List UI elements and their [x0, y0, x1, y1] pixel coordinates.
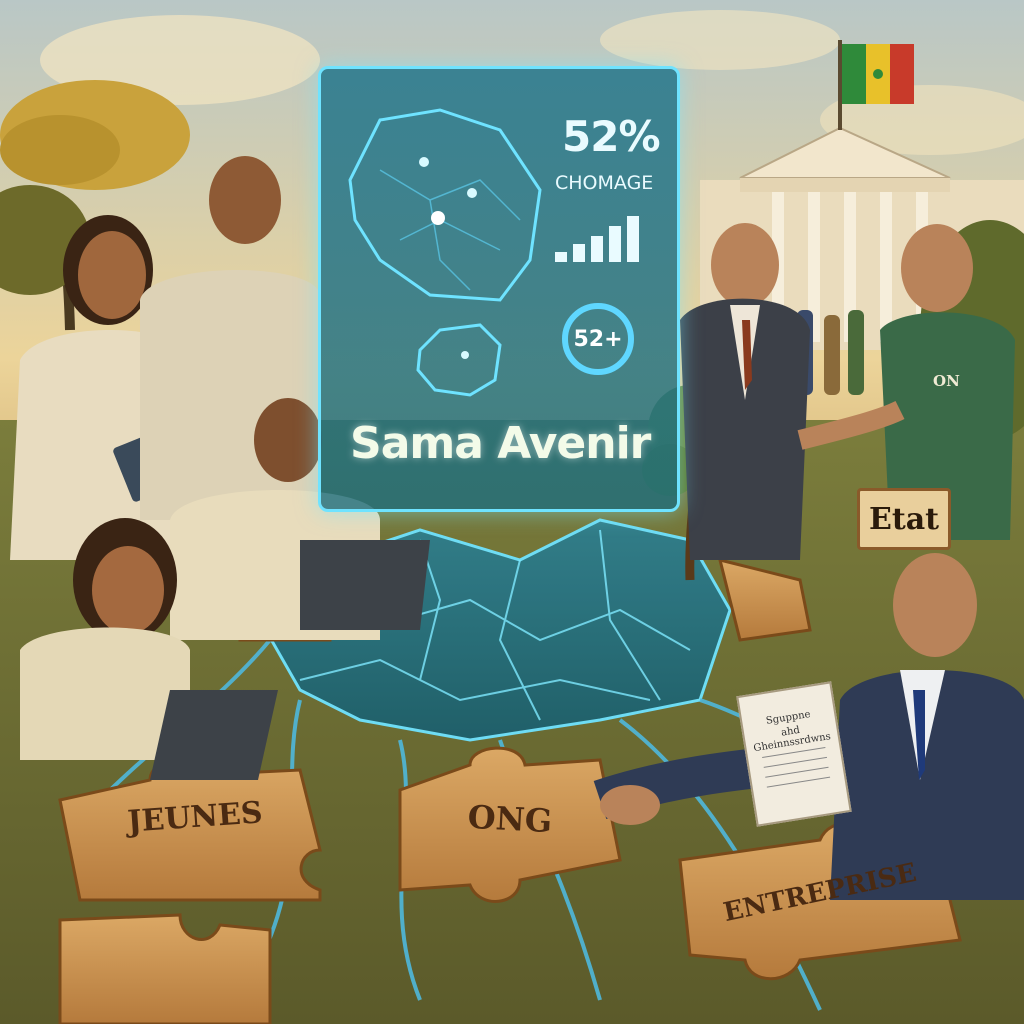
brand-title: Sama Avenir [350, 418, 651, 469]
puzzle-label-ong: ONG [466, 797, 554, 841]
unemployment-label: CHOMAGE [555, 172, 654, 194]
document-line [765, 766, 829, 778]
document-line [766, 776, 831, 788]
puzzle-piece-corner [58, 913, 272, 1024]
unemployment-percentage: 52% [562, 112, 661, 161]
shirt-text: ON [933, 372, 960, 390]
partnership-document: Sguppne ahd Gheinnssrdwns [736, 681, 852, 827]
document-line [763, 756, 828, 768]
etat-sign: Etat [857, 488, 951, 550]
age-badge: 52+ [562, 303, 634, 375]
painting-scene: 52% CHOMAGE 52+ Sama Avenir JEUNES ONG E… [0, 0, 1024, 1024]
